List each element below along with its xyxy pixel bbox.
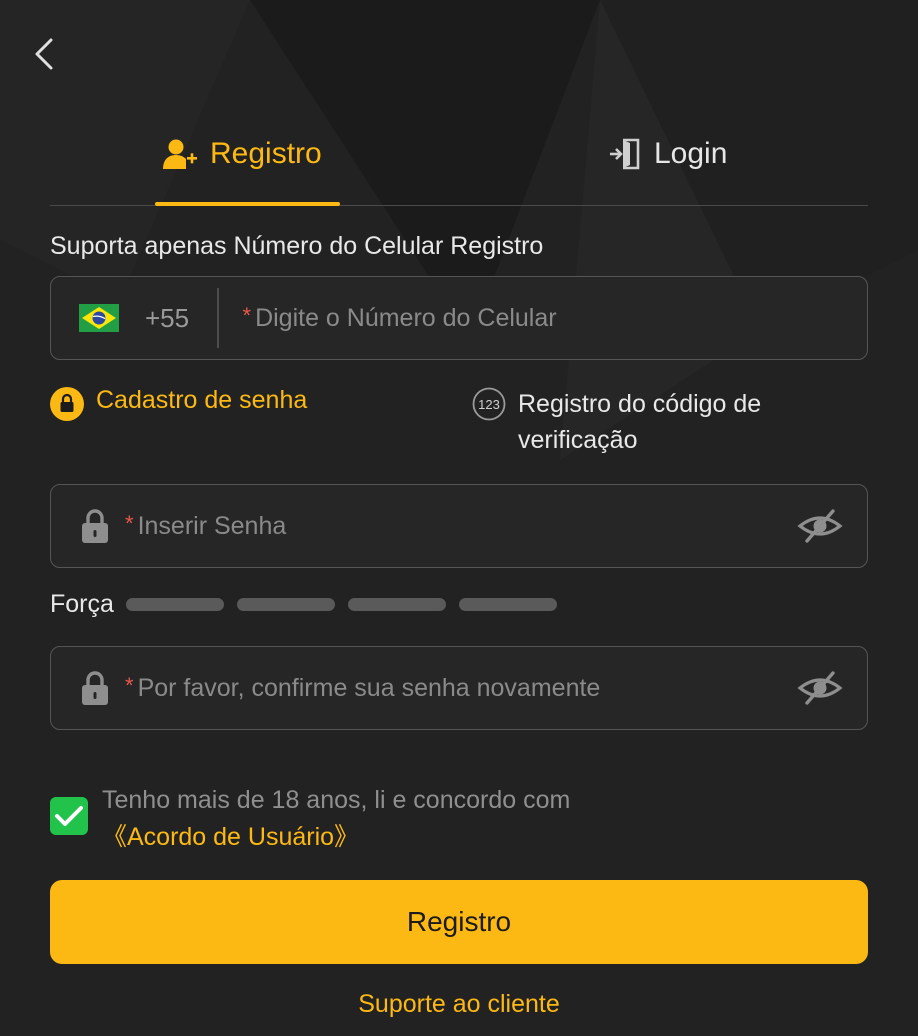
tab-login[interactable]: Login: [608, 110, 727, 198]
numeric-123-icon: 123: [472, 387, 506, 421]
strength-bar: [458, 598, 557, 611]
auth-tabs: Registro Login: [50, 118, 868, 206]
phone-input[interactable]: [255, 303, 867, 333]
method-verification-code[interactable]: 123 Registro do código de verificação: [472, 386, 818, 458]
strength-label: Força: [50, 590, 114, 618]
lock-badge-icon: [50, 387, 84, 421]
required-mark: *: [125, 511, 134, 536]
required-mark: *: [242, 303, 252, 328]
password-field: *: [50, 484, 868, 568]
tab-login-label: Login: [654, 137, 728, 170]
lock-icon: [79, 508, 111, 544]
agreement-checkbox[interactable]: [50, 797, 88, 835]
agreement-text: Tenho mais de 18 anos, li e concordo com…: [102, 782, 822, 856]
strength-bar: [125, 598, 224, 611]
required-mark: *: [125, 673, 134, 698]
customer-support-link[interactable]: Suporte ao cliente: [0, 990, 918, 1019]
strength-bar: [236, 598, 335, 611]
agreement: Tenho mais de 18 anos, li e concordo com…: [50, 782, 850, 856]
user-agreement-link[interactable]: 《Acordo de Usuário》: [102, 823, 359, 851]
user-add-icon: [162, 138, 198, 170]
tab-registro-label: Registro: [210, 137, 322, 170]
lock-icon: [79, 670, 111, 706]
strength-bar: [347, 598, 446, 611]
method-code-label: Registro do código de verificação: [518, 390, 762, 454]
eye-off-icon[interactable]: [797, 506, 843, 546]
svg-text:123: 123: [478, 397, 500, 412]
confirm-password-input[interactable]: [137, 673, 797, 703]
check-icon: [55, 806, 83, 826]
support-text: Suporta apenas Número do Celular Registr…: [50, 232, 544, 260]
chevron-left-icon: [35, 38, 53, 70]
country-code[interactable]: +55: [145, 303, 217, 334]
active-tab-indicator: [155, 202, 340, 206]
method-password-register[interactable]: Cadastro de senha: [50, 386, 307, 421]
field-divider: [217, 288, 219, 348]
eye-off-icon[interactable]: [797, 668, 843, 708]
tab-registro[interactable]: Registro: [162, 110, 322, 198]
confirm-password-field: *: [50, 646, 868, 730]
back-button[interactable]: [26, 34, 62, 74]
password-strength: Força: [50, 590, 570, 619]
phone-field: +55 *: [50, 276, 868, 360]
agreement-text-body: Tenho mais de 18 anos, li e concordo com: [102, 786, 571, 814]
password-input[interactable]: [137, 511, 797, 541]
method-password-label: Cadastro de senha: [96, 386, 308, 414]
brazil-flag-icon[interactable]: [79, 304, 119, 332]
register-button[interactable]: Registro: [50, 880, 868, 964]
login-door-icon: [608, 137, 642, 171]
